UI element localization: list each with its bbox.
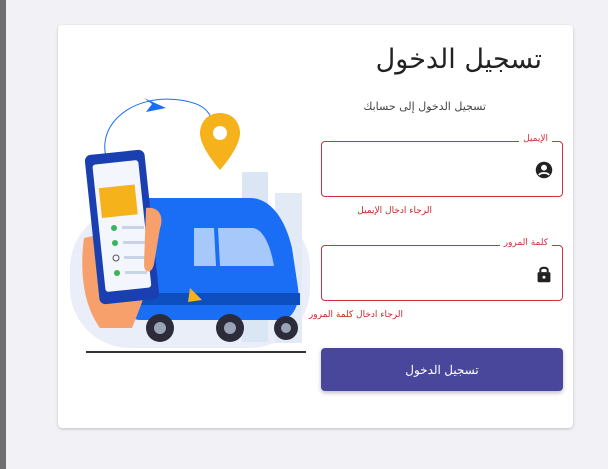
password-input[interactable]	[332, 264, 522, 286]
email-input[interactable]	[332, 160, 522, 182]
page-title: تسجيل الدخول	[375, 44, 542, 75]
email-error: الرجاء ادخال الإيميل	[357, 206, 432, 216]
user-icon	[535, 161, 553, 179]
email-label: الإيميل	[519, 134, 552, 144]
location-pin-icon	[200, 113, 240, 170]
page-subtitle: تسجيل الدخول إلى حسابك	[363, 100, 486, 113]
password-error: الرجاء ادخال كلمة المرور	[308, 310, 403, 320]
window-edge	[0, 0, 6, 469]
password-label: كلمة المرور	[499, 238, 552, 248]
lock-icon	[537, 266, 551, 283]
password-field[interactable]: كلمة المرور	[321, 238, 563, 301]
login-button[interactable]: تسجيل الدخول	[321, 348, 563, 391]
delivery-illustration	[70, 98, 310, 353]
email-field[interactable]: الإيميل	[321, 134, 563, 197]
ground-line	[86, 351, 306, 353]
